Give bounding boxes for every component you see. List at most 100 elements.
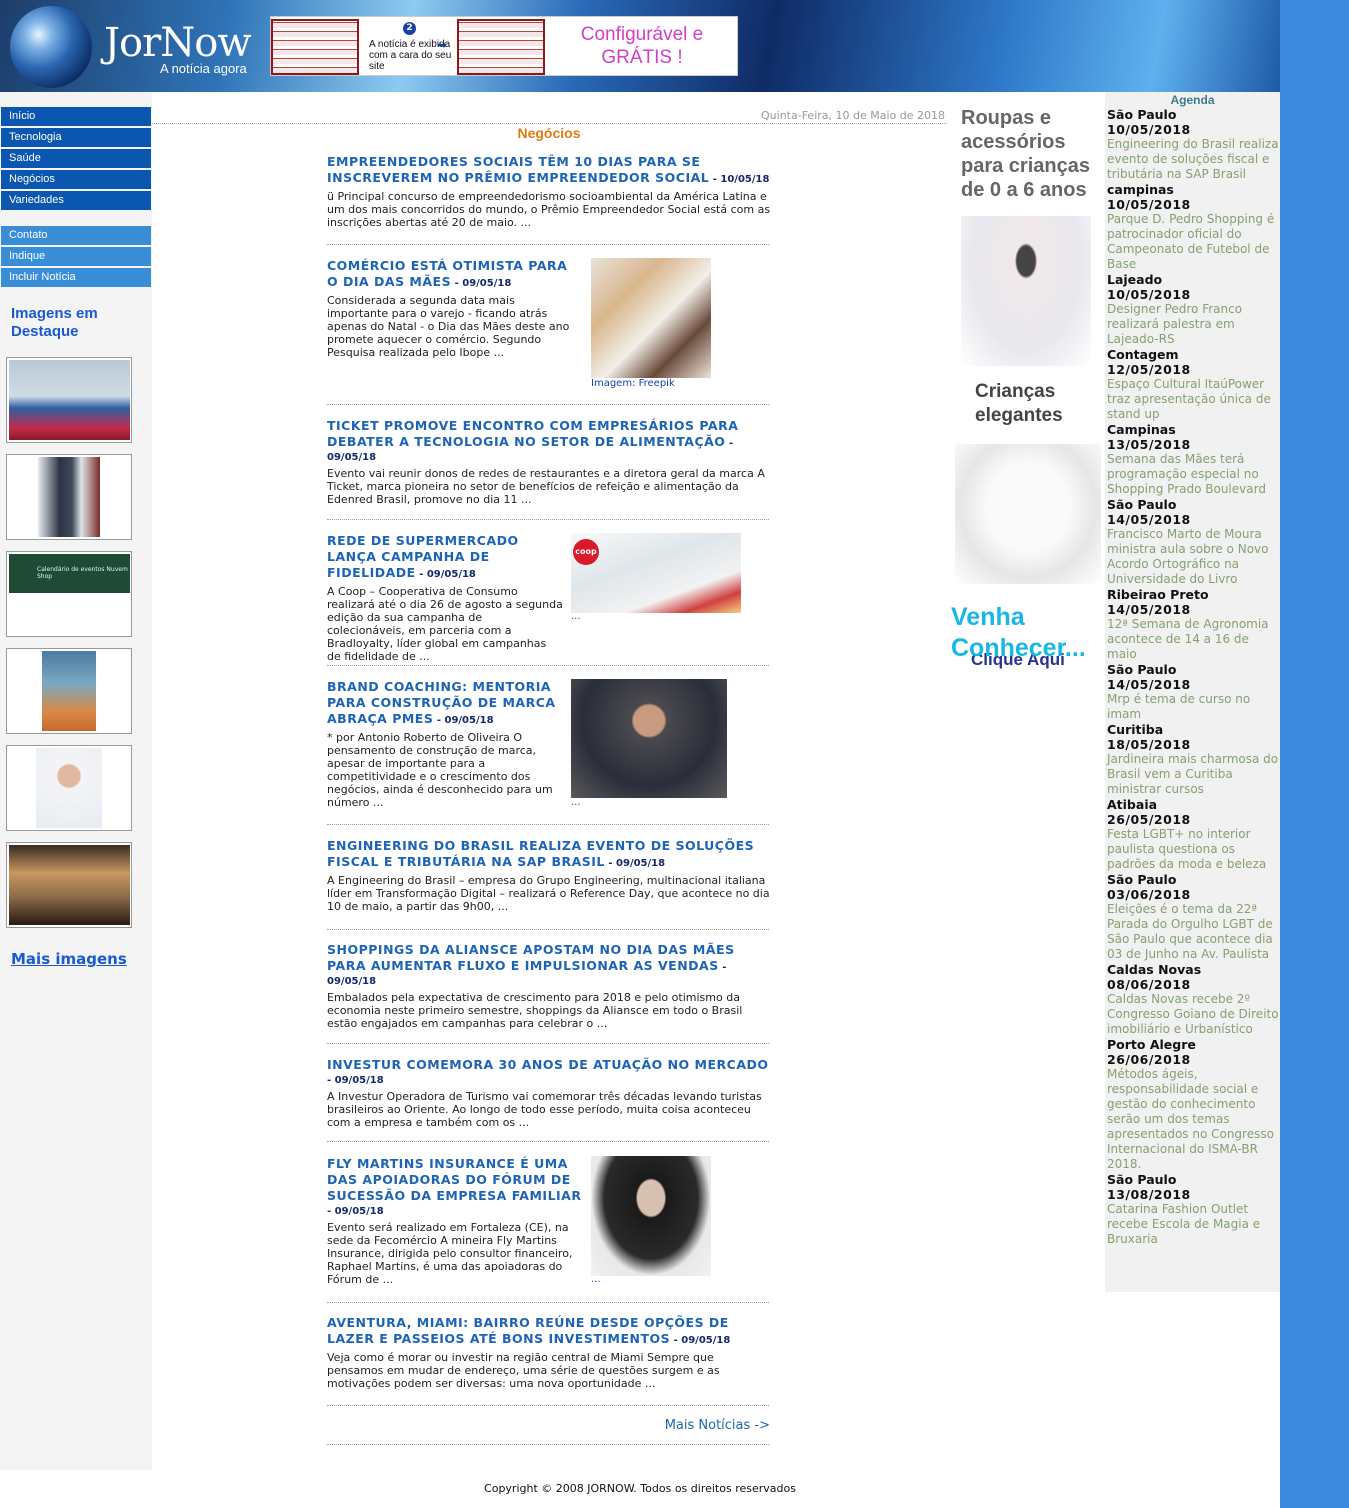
agenda-date: 10/05/2018 bbox=[1107, 122, 1191, 137]
article-summary: A Engineering do Brasil – empresa do Gru… bbox=[327, 874, 770, 913]
agenda-event: Lajeado 10/05/2018 Designer Pedro Franco r… bbox=[1105, 272, 1280, 347]
ad-polo-image bbox=[955, 444, 1101, 584]
agenda-event-link[interactable]: Catarina Fashion Outlet recebe Escola de… bbox=[1107, 1202, 1280, 1247]
site-logo[interactable]: JorNow bbox=[104, 20, 252, 66]
article-summary: ü Principal concurso de empreendedorismo… bbox=[327, 190, 771, 229]
article-date: 09/05/18 bbox=[616, 858, 666, 869]
site-tagline: A notícia agora bbox=[160, 61, 247, 76]
article-item: COMÉRCIO ESTÁ OTIMISTA PARA O DIA DAS MÃ… bbox=[327, 258, 771, 405]
article-item: SHOPPINGS DA ALIANSCE APOSTAM NO DIA DAS… bbox=[327, 942, 771, 1044]
agenda-event-link[interactable]: Francisco Marto de Moura ministra aula s… bbox=[1107, 527, 1280, 587]
agenda-event-link[interactable]: Mrp é tema de curso no imam bbox=[1107, 692, 1280, 722]
ad-call-to-action: Venha Conhecer... bbox=[951, 603, 1086, 662]
left-sidebar: Início Tecnologia Saúde Negócios Varieda… bbox=[0, 92, 152, 1470]
divider bbox=[327, 665, 769, 666]
article-image[interactable] bbox=[571, 679, 727, 798]
agenda-city: campinas bbox=[1107, 182, 1174, 197]
agenda-event-link[interactable]: 12ª Semana de Agronomia acontece de 14 a… bbox=[1107, 617, 1280, 662]
agenda-event-link[interactable]: Jardineira mais charmosa do Brasil vem a… bbox=[1107, 752, 1280, 797]
agenda-event-link[interactable]: Espaço Cultural ItaúPower traz apresenta… bbox=[1107, 377, 1280, 422]
agenda-event-link[interactable]: Métodos ágeis, responsabilidade social e… bbox=[1107, 1067, 1280, 1172]
article-title[interactable]: FLY MARTINS INSURANCE É UMA DAS APOIADOR… bbox=[327, 1156, 581, 1203]
agenda-event: São Paulo 14/05/2018 Francisco Marto de Mo… bbox=[1105, 497, 1280, 587]
more-images-link[interactable]: Mais imagens bbox=[11, 950, 127, 968]
article-image[interactable] bbox=[591, 1156, 711, 1276]
featured-image bbox=[42, 651, 96, 731]
article-item: ENGINEERING DO BRASIL REALIZA EVENTO DE … bbox=[327, 838, 771, 930]
featured-thumb[interactable] bbox=[6, 357, 132, 443]
ad-screenshot-image bbox=[271, 19, 359, 75]
featured-thumb[interactable] bbox=[6, 648, 132, 734]
divider bbox=[327, 244, 769, 245]
article-image[interactable]: coop bbox=[571, 533, 741, 613]
agenda-event-link[interactable]: Engineering do Brasil realiza evento de … bbox=[1107, 137, 1280, 182]
nav-item-variedades[interactable]: Variedades bbox=[1, 191, 151, 210]
featured-image bbox=[36, 748, 102, 828]
article-title[interactable]: EMPREENDEDORES SOCIAIS TÊM 10 DIAS PARA … bbox=[327, 154, 709, 185]
agenda-event: Contagem 12/05/2018 Espaço Cultural ItaúPo… bbox=[1105, 347, 1280, 422]
featured-thumb[interactable] bbox=[6, 842, 132, 928]
divider bbox=[327, 1444, 769, 1445]
agenda-date: 18/05/2018 bbox=[1107, 737, 1191, 752]
nav-item-inicio[interactable]: Início bbox=[1, 107, 151, 126]
agenda-date: 26/05/2018 bbox=[1107, 812, 1191, 827]
article-summary: Evento será realizado em Fortaleza (CE),… bbox=[327, 1221, 573, 1286]
agenda-event: São Paulo 10/05/2018 Engineering do Brasil… bbox=[1105, 107, 1280, 182]
featured-thumb[interactable] bbox=[6, 454, 132, 540]
divider bbox=[152, 123, 947, 124]
agenda-city: Campinas bbox=[1107, 422, 1176, 437]
agenda-city: Contagem bbox=[1107, 347, 1179, 362]
ad-tshirt-image bbox=[961, 216, 1091, 366]
article-title[interactable]: ENGINEERING DO BRASIL REALIZA EVENTO DE … bbox=[327, 838, 754, 869]
featured-thumb[interactable]: Calendário de eventos Nuvem Shop bbox=[6, 551, 132, 637]
coop-logo: coop bbox=[573, 539, 599, 565]
nav-item-negocios[interactable]: Negócios bbox=[1, 170, 151, 189]
article-title[interactable]: INVESTUR COMEMORA 30 ANOS DE ATUAÇÃO NO … bbox=[327, 1057, 769, 1072]
agenda-event-link[interactable]: Designer Pedro Franco realizará palestra… bbox=[1107, 302, 1280, 347]
agenda-event-link[interactable]: Parque D. Pedro Shopping é patrocinador … bbox=[1107, 212, 1280, 272]
nav-item-saude[interactable]: Saúde bbox=[1, 149, 151, 168]
page: JorNow A notícia agora 2 A notícia é exi… bbox=[0, 0, 1280, 1508]
agenda-date: 14/05/2018 bbox=[1107, 677, 1191, 692]
nav-item-contato[interactable]: Contato bbox=[1, 226, 151, 245]
featured-thumb[interactable] bbox=[6, 745, 132, 831]
article-date: 09/05/18 bbox=[462, 278, 512, 289]
article-title[interactable]: COMÉRCIO ESTÁ OTIMISTA PARA O DIA DAS MÃ… bbox=[327, 258, 567, 289]
agenda-event-link[interactable]: Eleições é o tema da 22ª Parada do Orgul… bbox=[1107, 902, 1280, 962]
article-summary: * por Antonio Roberto de Oliveira O pens… bbox=[327, 731, 553, 809]
nav-item-tecnologia[interactable]: Tecnologia bbox=[1, 128, 151, 147]
article-image[interactable] bbox=[591, 258, 711, 378]
article-summary: Evento vai reunir donos de redes de rest… bbox=[327, 467, 765, 506]
article-summary: Embalados pela expectativa de cresciment… bbox=[327, 991, 743, 1030]
article-title[interactable]: AVENTURA, MIAMI: BAIRRO REÚNE DESDE OPÇÕ… bbox=[327, 1315, 729, 1346]
agenda-event: Campinas 13/05/2018 Semana das Mães terá p… bbox=[1105, 422, 1280, 497]
copyright: Copyright © 2008 JORNOW. Todos os direit… bbox=[484, 1482, 796, 1495]
agenda-title: Agenda bbox=[1170, 93, 1215, 107]
agenda-city: Ribeirao Preto bbox=[1107, 587, 1209, 602]
agenda-event: Curitiba 18/05/2018 Jardineira mais charmo… bbox=[1105, 722, 1280, 797]
agenda-event-link[interactable]: Festa LGBT+ no interior paulista questio… bbox=[1107, 827, 1280, 872]
agenda-city: São Paulo bbox=[1107, 107, 1177, 122]
image-caption: ... bbox=[571, 797, 581, 808]
article-date: 09/05/18 bbox=[334, 1206, 384, 1217]
agenda-event-link[interactable]: Semana das Mães terá programação especia… bbox=[1107, 452, 1280, 497]
image-credit: Imagem: Freepik bbox=[591, 378, 675, 389]
featured-image bbox=[38, 457, 100, 537]
article-item: TICKET PROMOVE ENCONTRO COM EMPRESÁRIOS … bbox=[327, 418, 771, 520]
article-title[interactable]: SHOPPINGS DA ALIANSCE APOSTAM NO DIA DAS… bbox=[327, 942, 735, 973]
agenda-event-link[interactable]: Caldas Novas recebe 2º Congresso Goiano … bbox=[1107, 992, 1280, 1037]
globe-logo-icon[interactable] bbox=[10, 6, 92, 88]
article-item: EMPREENDEDORES SOCIAIS TÊM 10 DIAS PARA … bbox=[327, 154, 771, 245]
ad-free-text: Configurável e GRÁTIS ! bbox=[580, 24, 704, 68]
section-title: Negócios bbox=[517, 125, 581, 141]
agenda-event: Caldas Novas 08/06/2018 Caldas Novas receb… bbox=[1105, 962, 1280, 1037]
nav-item-incluir-noticia[interactable]: Incluir Notícia bbox=[1, 268, 151, 287]
nav-item-indique[interactable]: Indique bbox=[1, 247, 151, 266]
ad-screenshot-image bbox=[457, 19, 545, 75]
featured-image bbox=[9, 360, 130, 440]
side-banner-ad[interactable]: Roupas e acessórios para crianças de 0 a… bbox=[951, 104, 1105, 684]
article-title[interactable]: TICKET PROMOVE ENCONTRO COM EMPRESÁRIOS … bbox=[327, 418, 738, 449]
agenda-city: Curitiba bbox=[1107, 722, 1164, 737]
more-news-link[interactable]: Mais Notícias -> bbox=[620, 1418, 770, 1433]
top-banner-ad[interactable]: 2 A notícia é exibida com a cara do seu … bbox=[270, 16, 738, 76]
